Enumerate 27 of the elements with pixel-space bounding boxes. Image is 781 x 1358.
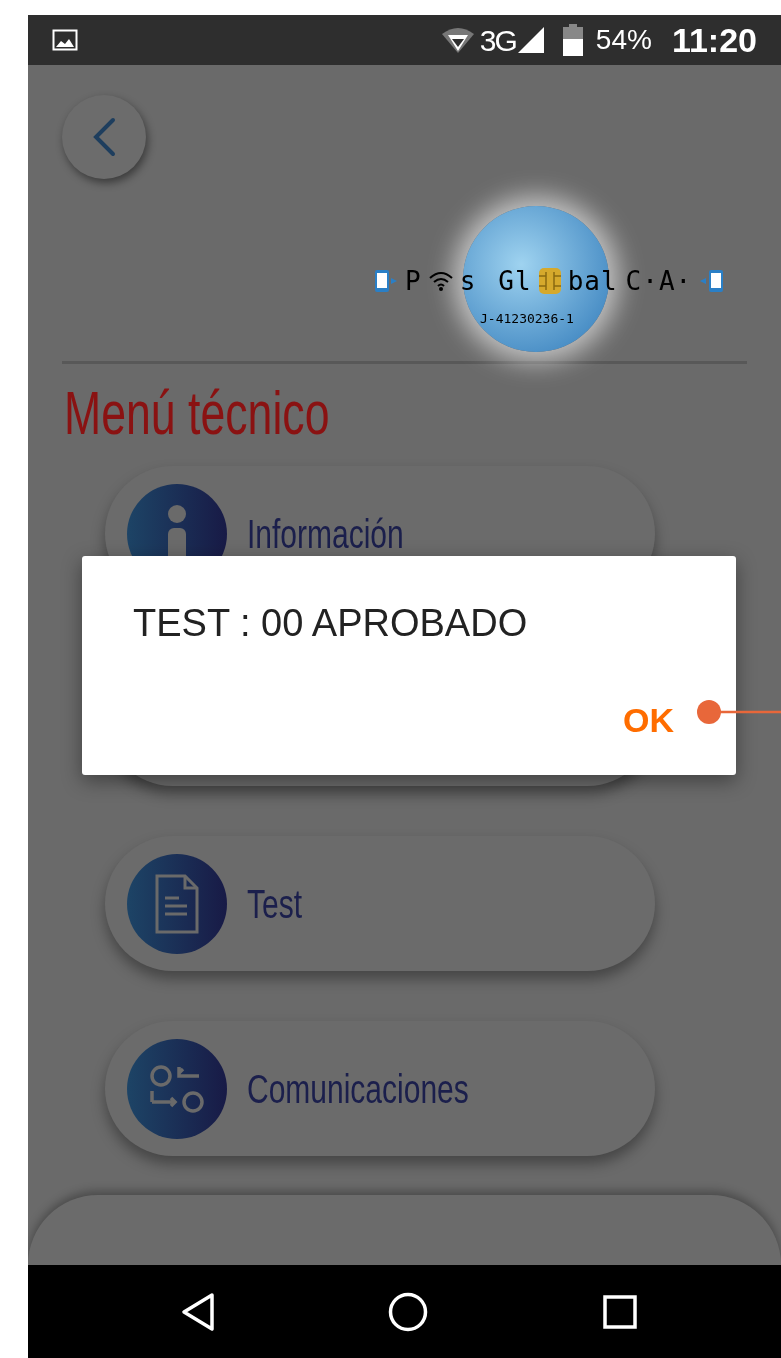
image-icon — [52, 29, 78, 51]
back-nav-icon[interactable] — [180, 1291, 216, 1332]
ok-button[interactable]: OK — [623, 703, 674, 737]
dialog-message: TEST : 00 APROBADO — [133, 604, 528, 642]
clock: 11:20 — [671, 19, 757, 61]
battery-icon — [561, 24, 584, 56]
recents-nav-icon[interactable] — [603, 1294, 637, 1329]
swap-arrows-icon — [127, 1038, 227, 1139]
phone-icon — [373, 269, 399, 293]
menu-item[interactable]: Comunicaciones — [105, 1021, 655, 1156]
document-icon — [127, 853, 227, 954]
phone-icon — [698, 269, 725, 293]
battery-percent: 54% — [595, 23, 652, 57]
page-title: Menú técnico — [64, 382, 331, 444]
logo-text: C·A· — [625, 268, 693, 294]
logo-text: bal — [567, 268, 618, 294]
logo-text: s — [459, 268, 477, 294]
wifi-icon — [427, 270, 454, 292]
tax-id: J-41230236-1 — [480, 310, 574, 328]
network-type: 3G — [479, 22, 516, 59]
chip-icon — [537, 267, 562, 295]
home-nav-icon[interactable] — [388, 1291, 428, 1332]
logo-text: P — [405, 268, 422, 294]
back-icon — [91, 117, 117, 157]
logo-text: Gl — [498, 268, 532, 294]
wifi-icon — [439, 26, 476, 54]
menu-item[interactable]: Test — [105, 836, 655, 971]
